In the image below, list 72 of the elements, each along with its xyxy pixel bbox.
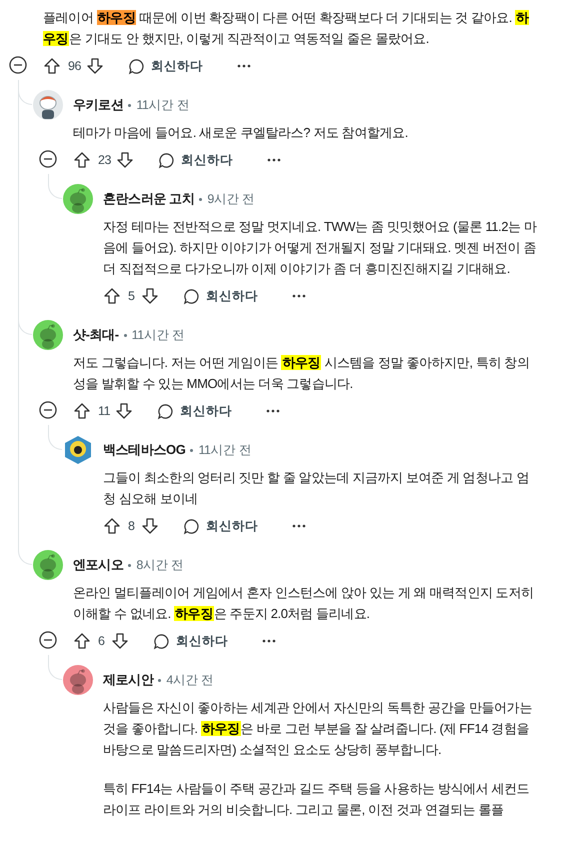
thread-connector (48, 655, 62, 680)
more-options-icon[interactable] (292, 524, 306, 528)
speech-bubble-icon (183, 288, 200, 304)
more-options-icon[interactable] (266, 409, 280, 413)
comment-text: 자정 테마는 전반적으로 정말 멋지네요. TWW는 좀 밋밋했어요 (물론 11.2는 마음에 들어요). 하지만 이야기가 어떻게 전개될지 정말 기대돼요. 멧젠 버전이 좀 더 직접적으로 다가오니까 이제 이야기가 좀 더 흥미진진해지길 기대해요. (103, 218, 538, 278)
upvote-icon[interactable] (73, 632, 91, 650)
timestamp: 11시간 전 (132, 326, 185, 344)
downvote-icon[interactable] (111, 632, 129, 650)
more-options-icon[interactable] (237, 64, 252, 68)
comment-text: 온라인 멀티플레이어 게임에서 혼자 인스턴스에 앉아 있는 게 왜 매력적인지 도저히 이해할 수 없네요. 하우징 은 주둔지 2.0처럼 들리네요. (73, 584, 535, 623)
upvote-icon[interactable] (73, 151, 91, 169)
timestamp: 11시간 전 (136, 96, 190, 114)
username[interactable]: 우키로션 (73, 96, 124, 114)
separator-dot (124, 334, 127, 336)
more-options-icon[interactable] (292, 294, 306, 298)
downvote-icon[interactable] (141, 517, 159, 535)
comment-text: 사람들은 자신이 좋아하는 세계관 안에서 자신만의 독특한 공간을 만들어가는 것을 좋아합니다. 하우징 은 바로 그런 부분을 잘 살려줍니다. (제 FF14 경험을 바탕으로 말씀드리자면) 소셜적인 요소도 상당히 풍부합니다. (103, 699, 533, 759)
more-options-icon[interactable] (262, 639, 276, 643)
thread-connector (48, 174, 62, 199)
vote-count: 6 (98, 634, 106, 648)
upvote-icon[interactable] (73, 402, 91, 420)
thread-connector (18, 540, 32, 565)
reply-button[interactable]: 회신하다 (120, 54, 212, 78)
timestamp: 4시간 전 (166, 672, 214, 688)
comment-text: 특히 FF14는 사람들이 주택 공간과 길드 주택 등을 사용하는 방식에서 세컨드 라이프 라이트와 거의 비슷합니다. 그리고 물론, 이전 것과 연결되는 롤플 (103, 780, 530, 819)
more-options-icon[interactable] (267, 158, 282, 162)
speech-bubble-icon (157, 402, 174, 420)
separator-dot (128, 564, 132, 566)
comment-text: 저도 그렇습니다. 저는 어떤 게임이든 하우징 시스템을 정말 좋아하지만, 특히 창의성을 발휘할 수 있는 MMO에서는 더욱 그렇습니다. (73, 354, 530, 393)
collapse-icon[interactable] (9, 56, 27, 74)
reply-button[interactable]: 회신하다 (175, 284, 266, 308)
reply-button[interactable]: 회신하다 (150, 148, 242, 172)
speech-bubble-icon (158, 152, 176, 168)
downvote-icon[interactable] (86, 57, 104, 75)
thread-connector (48, 425, 62, 450)
vote-count: 96 (68, 59, 82, 73)
speech-bubble-icon (183, 518, 200, 534)
username[interactable]: 샷-최대- (73, 326, 119, 344)
vote-count: 8 (128, 519, 136, 533)
speech-bubble-icon (153, 632, 170, 650)
username[interactable]: 혼란스러운 고치 (103, 190, 194, 208)
upvote-icon[interactable] (103, 517, 121, 535)
collapse-icon[interactable] (39, 150, 57, 168)
avatar-icon (33, 90, 63, 120)
upvote-icon[interactable] (43, 57, 61, 75)
separator-dot (190, 448, 194, 452)
comment-text: 그들이 최소한의 엉터리 짓만 할 줄 알았는데 지금까지 보여준 게 엄청나고 엄청 심오해 보이네 (103, 469, 530, 508)
upvote-icon[interactable] (103, 287, 121, 305)
downvote-icon[interactable] (116, 151, 134, 169)
downvote-icon[interactable] (141, 287, 159, 305)
speech-bubble-icon (128, 58, 146, 74)
collapse-icon[interactable] (39, 630, 57, 648)
reply-button[interactable]: 회신하다 (145, 628, 236, 654)
separator-dot (128, 104, 132, 106)
timestamp: 11시간 전 (198, 442, 252, 458)
separator-dot (158, 678, 162, 682)
downvote-icon[interactable] (115, 402, 134, 420)
username[interactable]: 제로시안 (103, 671, 154, 689)
avatar-icon (63, 435, 93, 465)
reply-button[interactable]: 회신하다 (175, 514, 266, 538)
reply-button[interactable]: 회신하다 (149, 398, 240, 424)
username[interactable]: 엔포시오 (73, 556, 124, 574)
timestamp: 9시간 전 (207, 190, 255, 208)
separator-dot (199, 198, 202, 200)
collapse-icon[interactable] (39, 400, 57, 418)
comment-text: 테마가 마음에 들어요. 새로운 쿠엘탈라스? 저도 참여할게요. (73, 124, 409, 142)
username[interactable]: 백스테바스OG (103, 441, 186, 459)
comment-text: 플레이어 하우징 때문에 이번 확장팩이 다른 어떤 확장팩보다 더 기대되는 것 같아요. 하우징 은 기대도 안 했지만, 이렇게 직관적이고 역동적일 줄은 몰랐어요. (43, 9, 530, 48)
vote-count: 5 (128, 289, 136, 303)
vote-count: 23 (98, 153, 112, 167)
timestamp: 8시간 전 (136, 556, 184, 574)
vote-count: 11 (98, 404, 110, 418)
